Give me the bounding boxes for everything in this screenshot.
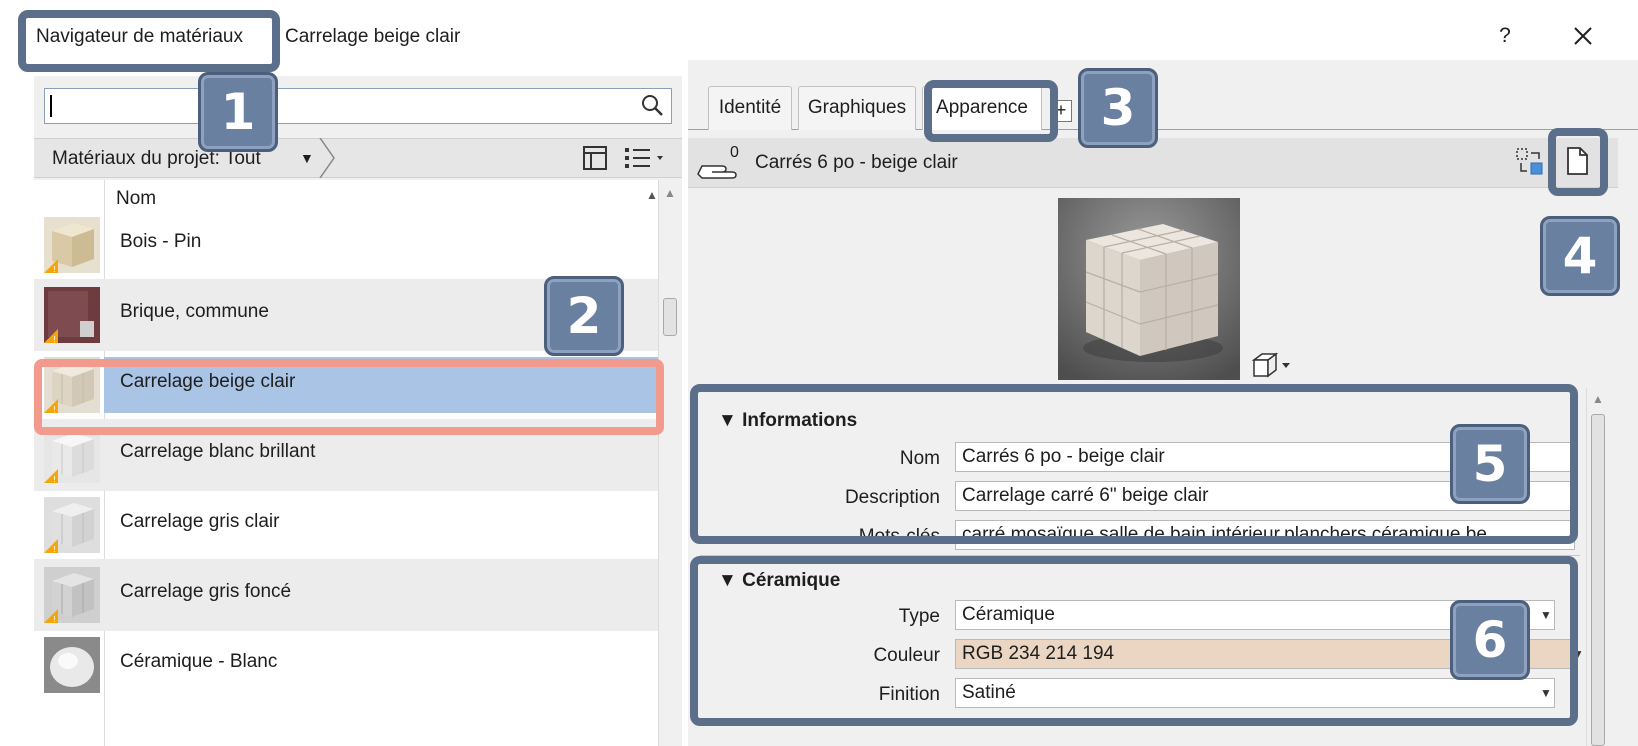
svg-text:!: ! [53,475,56,483]
warning-icon: ! [44,259,58,273]
text-caret [50,95,52,117]
warning-icon: ! [44,469,58,483]
search-icon[interactable] [638,91,668,121]
list-scrollbar-thumb[interactable] [663,298,677,336]
list-item-label: Carrelage gris clair [120,511,280,532]
close-icon[interactable] [1565,18,1601,54]
callout-frame-3 [924,80,1058,142]
ceramic-thumbnail [44,637,100,693]
list-item-label: Carrelage blanc brillant [120,441,316,462]
tab-identite[interactable]: Identité [708,86,792,130]
callout-frame-1 [18,10,280,72]
annotation-badge-3: 3 [1078,68,1158,148]
svg-text:!: ! [53,265,56,273]
svg-text:!: ! [53,335,56,343]
callout-frame-4 [1548,128,1608,196]
scroll-up-icon[interactable]: ▲ [1592,392,1604,406]
warning-icon: ! [44,609,58,623]
annotation-badge-4: 4 [1540,216,1620,296]
list-item[interactable]: Céramique - Blanc [34,629,658,701]
annotation-badge-5: 5 [1450,424,1530,504]
selected-row-highlight [34,359,664,435]
tab-graphiques[interactable]: Graphiques [798,86,916,130]
warning-icon: ! [44,329,58,343]
list-item[interactable]: ! Carrelage gris foncé [34,559,658,631]
annotation-badge-1: 1 [198,72,278,152]
material-list: Nom ▲ ! Bois - Pin ! Brique, commune ! C… [34,180,658,746]
list-item[interactable]: ! Bois - Pin [34,209,658,281]
sort-icon: ▲ [646,188,658,202]
list-item-label: Céramique - Blanc [120,651,278,672]
search-input[interactable] [44,88,672,124]
annotation-badge-2: 2 [544,276,624,356]
preview-shape-dropdown-icon[interactable] [1250,350,1296,378]
svg-text:!: ! [53,545,56,553]
help-button[interactable]: ? [1490,20,1520,52]
asset-name: Carrés 6 po - beige clair [755,152,958,173]
annotation-badge-6: 6 [1450,600,1530,680]
asset-users-count: 0 [730,144,739,161]
window-subtitle: Carrelage beige clair [285,26,461,47]
replace-asset-icon[interactable] [1515,147,1545,177]
list-item-label: Brique, commune [120,301,269,322]
column-header-name[interactable]: Nom [116,188,156,210]
chevron-down-icon[interactable]: ▼ [300,150,314,166]
scroll-up-icon[interactable]: ▲ [664,186,676,200]
callout-frame-5 [690,384,1578,544]
list-view-icon[interactable] [624,145,666,171]
properties-scrollbar-thumb[interactable] [1591,414,1605,746]
svg-text:!: ! [53,615,56,623]
list-item[interactable]: ! Carrelage gris clair [34,489,658,561]
callout-frame-6 [690,556,1578,726]
layout-toggle-icon[interactable] [582,145,608,171]
list-item-label: Carrelage gris foncé [120,581,292,602]
breadcrumb-separator-icon [319,138,335,178]
warning-icon: ! [44,539,58,553]
list-item-label: Bois - Pin [120,231,202,252]
material-preview [1058,198,1240,380]
list-scrollbar[interactable] [658,180,682,746]
